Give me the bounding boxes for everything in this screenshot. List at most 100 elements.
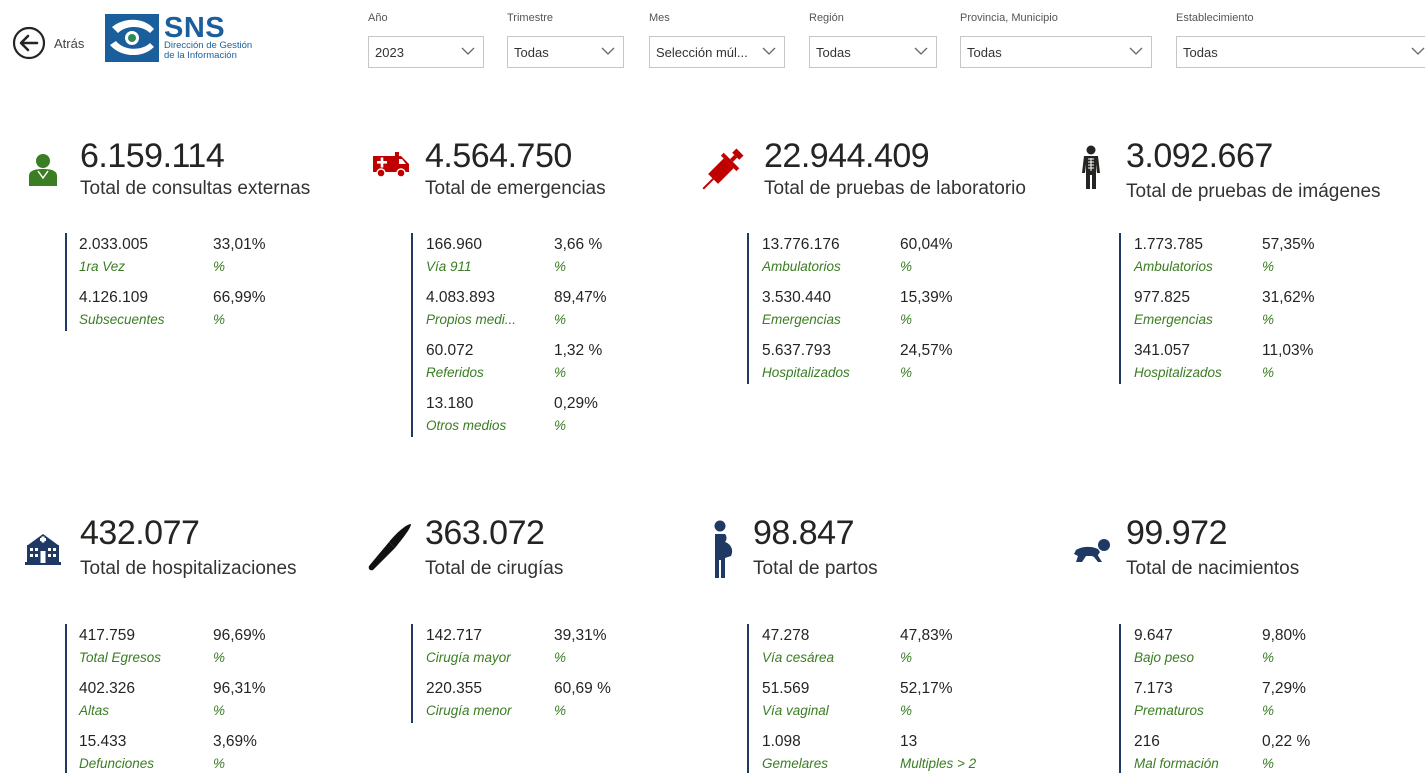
laboratorio-total: 22.944.409 <box>764 137 930 175</box>
hospital-building-icon <box>25 534 61 565</box>
filter-year: Año 2023 <box>368 12 484 68</box>
row-label: Propios medi... <box>426 312 517 327</box>
doctor-icon <box>29 154 57 186</box>
row-sublabel: Multiples > 2 <box>900 756 977 771</box>
row-percent: 1,32 % <box>554 342 603 359</box>
row-value: 15.433 <box>79 733 127 750</box>
row-unit: % <box>1262 650 1275 665</box>
row-unit: % <box>900 365 913 380</box>
row-percent: 47,83% <box>900 627 953 644</box>
laboratorio-title: Total de pruebas de laboratorio <box>764 178 1026 199</box>
filter-quarter: Trimestre Todas <box>507 12 624 68</box>
filter-quarter-dropdown[interactable]: Todas <box>507 36 624 68</box>
row-value: 60.072 <box>426 342 474 359</box>
sns-logo-mark-icon <box>105 14 159 62</box>
row-value: 9.647 <box>1134 627 1173 644</box>
chevron-down-icon <box>1129 47 1143 55</box>
imagenes-total: 3.092.667 <box>1126 137 1273 175</box>
chevron-down-icon <box>1411 47 1425 55</box>
hospitalizaciones-total: 432.077 <box>80 514 200 552</box>
row-value: 166.960 <box>426 236 483 253</box>
row-label: Otros medios <box>426 418 507 433</box>
filter-province-value: Todas <box>967 44 1002 60</box>
filter-region: Región Todas <box>809 12 937 68</box>
row-percent: 9,80% <box>1262 627 1306 644</box>
row-label: Bajo peso <box>1134 650 1195 665</box>
back-label: Atrás <box>54 35 85 51</box>
filter-province: Provincia, Municipio Todas <box>960 12 1152 68</box>
hospitalizaciones-title: Total de hospitalizaciones <box>80 558 297 579</box>
row-percent: 96,69% <box>213 627 266 644</box>
row-label: Vía cesárea <box>762 650 835 665</box>
row-percent: 3,66 % <box>554 236 603 253</box>
syringe-icon <box>702 148 744 190</box>
row-percent: 3,69% <box>213 733 257 750</box>
cirugias-title: Total de cirugías <box>425 558 564 579</box>
row-label: Ambulatorios <box>1134 259 1213 274</box>
row-label: Total Egresos <box>79 650 162 665</box>
row-value: 220.355 <box>426 680 483 697</box>
logo-title: SNS <box>164 12 226 44</box>
row-unit: % <box>1262 756 1275 771</box>
row-unit: % <box>900 703 913 718</box>
consultas-divider <box>65 233 67 331</box>
row-label: Hospitalizados <box>1134 365 1222 380</box>
row-value: 13.180 <box>426 395 474 412</box>
row-percent: 39,31% <box>554 627 607 644</box>
row-label: Ambulatorios <box>762 259 841 274</box>
row-unit: % <box>213 312 226 327</box>
row-label: Subsecuentes <box>79 312 165 327</box>
row-value: 13.776.176 <box>762 236 840 253</box>
row-label: Referidos <box>426 365 484 380</box>
row-unit: % <box>1262 259 1275 274</box>
filter-month-label: Mes <box>649 12 670 24</box>
row-value: 2.033.005 <box>79 236 148 253</box>
filter-establishment-dropdown[interactable]: Todas <box>1176 36 1425 68</box>
row-unit: % <box>554 418 567 433</box>
row-value: 4.126.109 <box>79 289 148 306</box>
filter-region-value: Todas <box>816 44 851 60</box>
chevron-down-icon <box>601 47 615 55</box>
row-value: 4.083.893 <box>426 289 495 306</box>
row-percent: 24,57% <box>900 342 953 359</box>
row-percent: 52,17% <box>900 680 953 697</box>
row-unit: % <box>554 650 567 665</box>
ambulance-icon <box>373 152 409 178</box>
row-unit: % <box>1262 703 1275 718</box>
row-percent: 60,04% <box>900 236 953 253</box>
filter-region-dropdown[interactable]: Todas <box>809 36 937 68</box>
row-percent: 0,22 % <box>1262 733 1311 750</box>
row-label: Cirugía mayor <box>426 650 511 665</box>
filter-year-dropdown[interactable]: 2023 <box>368 36 484 68</box>
row-label: Vía 911 <box>426 259 472 274</box>
row-value: 1.773.785 <box>1134 236 1203 253</box>
filter-quarter-label: Trimestre <box>507 12 554 24</box>
filter-establishment: Establecimiento Todas <box>1176 12 1425 68</box>
back-button[interactable]: Atrás <box>12 26 84 60</box>
row-percent: 60,69 % <box>554 680 611 697</box>
filter-quarter-value: Todas <box>514 44 549 60</box>
row-percent: 66,99% <box>213 289 266 306</box>
row-value: 3.530.440 <box>762 289 831 306</box>
consultas-total: 6.159.114 <box>80 137 225 175</box>
row-unit: % <box>900 259 913 274</box>
filter-year-value: 2023 <box>375 44 404 60</box>
row-unit: % <box>1262 365 1275 380</box>
row-unit: % <box>554 312 567 327</box>
row-count: 13 <box>900 733 918 750</box>
row-label: Hospitalizados <box>762 365 850 380</box>
row-value: 47.278 <box>762 627 810 644</box>
row-unit: % <box>554 703 567 718</box>
filter-month-dropdown[interactable]: Selección múl... <box>649 36 785 68</box>
row-percent: 89,47% <box>554 289 607 306</box>
filter-province-dropdown[interactable]: Todas <box>960 36 1152 68</box>
chevron-down-icon <box>762 47 776 55</box>
row-value: 1.098 <box>762 733 801 750</box>
row-label: Emergencias <box>1134 312 1213 327</box>
row-percent: 96,31% <box>213 680 266 697</box>
row-unit: % <box>554 259 567 274</box>
row-unit: % <box>213 259 226 274</box>
row-unit: % <box>213 756 226 771</box>
filter-province-label: Provincia, Municipio <box>960 12 1058 24</box>
row-value: 7.173 <box>1134 680 1173 697</box>
